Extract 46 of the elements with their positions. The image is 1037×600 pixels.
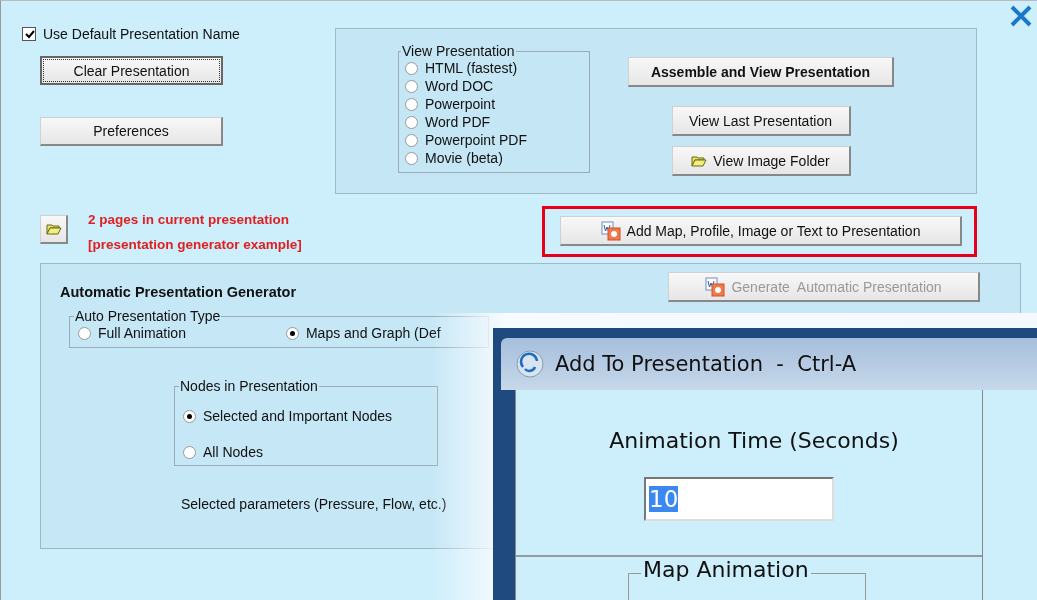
- close-icon[interactable]: [1009, 5, 1033, 27]
- folder-icon: [691, 154, 708, 167]
- radio-label: Full Animation: [98, 325, 186, 341]
- radio-button[interactable]: [405, 61, 418, 75]
- radio-button[interactable]: [183, 409, 196, 423]
- add-to-presentation-button[interactable]: Add Map, Profile, Image or Text to Presentation: [560, 216, 962, 246]
- group-title: Map Animation: [641, 558, 811, 583]
- radio-label: Maps and Graph (Def: [305, 325, 441, 341]
- radio-button[interactable]: [285, 326, 299, 340]
- radio-button[interactable]: [405, 79, 418, 93]
- view-last-button[interactable]: View Last Presentation: [671, 106, 851, 136]
- checkbox[interactable]: [22, 27, 36, 41]
- checkbox-label: Use Default Presentation Name: [43, 26, 240, 42]
- radio-label: Powerpoint PDF: [425, 132, 527, 148]
- animation-time-label: Animation Time (Seconds): [609, 428, 899, 453]
- radio-label: All Nodes: [203, 444, 263, 460]
- open-folder-button[interactable]: [40, 215, 68, 244]
- view-image-folder-button[interactable]: View Image Folder: [671, 146, 851, 176]
- radio-button[interactable]: [405, 151, 418, 165]
- status-text: 2 pages in current presentation: [88, 211, 291, 229]
- status-text: [presentation generator example]: [88, 236, 303, 254]
- radio-button[interactable]: [405, 133, 418, 147]
- radio-label: Word PDF: [425, 114, 491, 130]
- radio-button[interactable]: [405, 115, 418, 129]
- group-title: View Presentation: [401, 43, 516, 59]
- section-title: Automatic Presentation Generator: [60, 284, 297, 300]
- radio-label: Movie (beta): [425, 150, 503, 166]
- radio-label: HTML (fastest): [425, 60, 518, 76]
- document-icon: [705, 276, 726, 297]
- radio-label: Powerpoint: [425, 96, 496, 112]
- document-icon: [600, 220, 621, 241]
- dialog-title: Add To Presentation - Ctrl-A: [555, 352, 857, 376]
- folder-icon: [45, 223, 62, 235]
- swirl-icon: [515, 349, 545, 379]
- radio-button[interactable]: [183, 445, 196, 459]
- action-button[interactable]: Preferences: [40, 117, 223, 146]
- action-button[interactable]: Clear Presentation: [40, 56, 223, 85]
- assemble-button[interactable]: Assemble and View Presentation: [628, 57, 894, 87]
- animation-time-field[interactable]: 10: [644, 477, 834, 521]
- radio-label: Word DOC: [425, 78, 494, 94]
- radio-button[interactable]: [405, 97, 418, 111]
- parameters-note: Selected parameters (Pressure, Flow, etc.): [181, 496, 447, 512]
- group-title: Nodes in Presentation: [179, 378, 319, 394]
- radio-label: Selected and Important Nodes: [203, 408, 393, 424]
- radio-button[interactable]: [78, 326, 91, 340]
- group-title: Auto Presentation Type: [74, 308, 222, 324]
